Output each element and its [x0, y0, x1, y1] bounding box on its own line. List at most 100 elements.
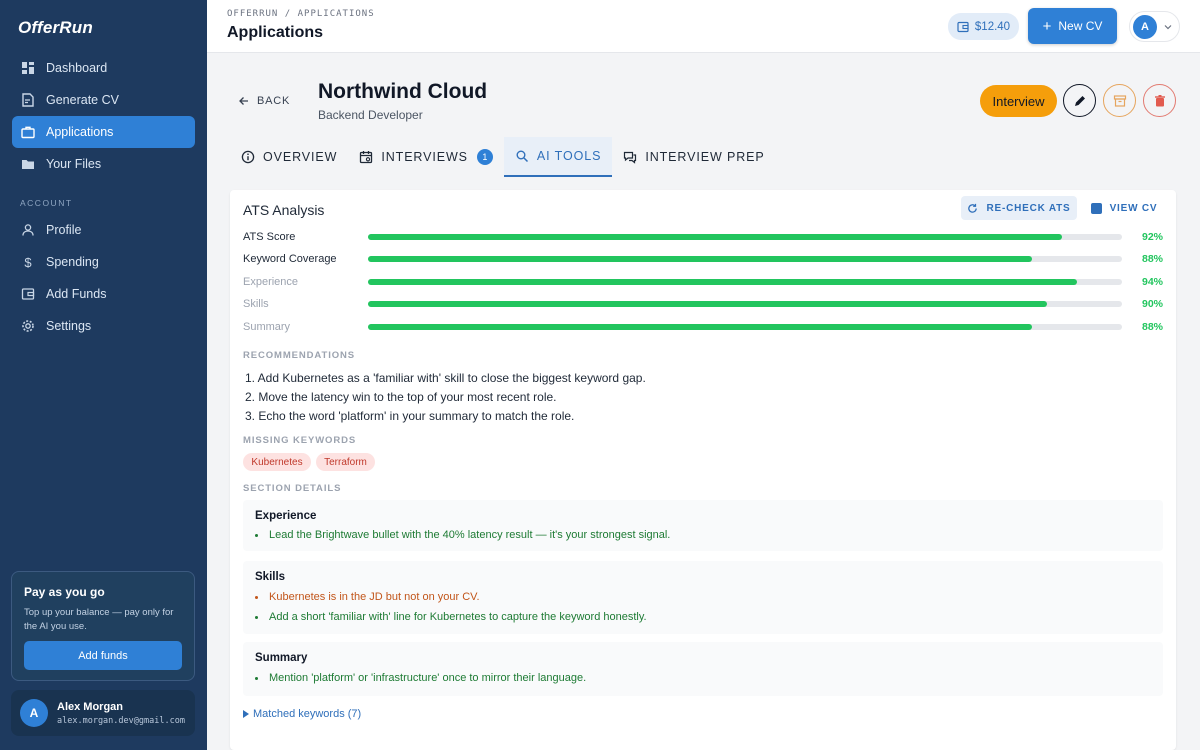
sidebar-item-profile[interactable]: Profile — [12, 214, 195, 246]
briefcase-icon — [21, 125, 35, 139]
recommendations-heading: RECOMMENDATIONS — [243, 350, 356, 361]
new-cv-button[interactable]: + New CV — [1028, 8, 1117, 44]
user-name: Alex Morgan — [57, 700, 124, 713]
metric-bar-track — [368, 301, 1122, 307]
folder-icon — [21, 157, 35, 171]
delete-button[interactable] — [1143, 84, 1176, 117]
sidebar-item-spending[interactable]: $ Spending — [12, 246, 195, 278]
recheck-ats-button[interactable]: RE-CHECK ATS — [961, 196, 1077, 220]
metric-bar-fill — [368, 279, 1077, 285]
section-detail-experience: Experience Lead the Brightwave bullet wi… — [243, 500, 1163, 551]
section-detail-title: Skills — [255, 571, 286, 583]
tab-overview[interactable]: OVERVIEW — [230, 137, 348, 177]
metric-value: 94% — [1141, 276, 1163, 288]
edit-button[interactable] — [1063, 84, 1096, 117]
profile-menu-button[interactable]: A — [1129, 11, 1180, 42]
metric-row: Skills 90% — [243, 296, 1163, 312]
payg-text: Top up your balance — pay only for the A… — [24, 607, 174, 632]
wallet-icon — [957, 21, 969, 32]
status-badge[interactable]: Interview — [980, 85, 1057, 117]
back-button[interactable]: BACK — [238, 95, 290, 107]
breadcrumb: OFFERRUN / APPLICATIONS — [227, 9, 375, 19]
metric-bar-fill — [368, 256, 1032, 262]
interviews-count-badge: 1 — [476, 149, 493, 165]
user-email: alex.morgan.dev@gmail.com — [57, 715, 185, 726]
metric-bar-track — [368, 279, 1122, 285]
sidebar-item-applications[interactable]: Applications — [12, 116, 195, 148]
sidebar-item-label: Your Files — [46, 157, 102, 171]
sidebar-item-add-funds[interactable]: Add Funds — [12, 278, 195, 310]
sidebar: OfferRun Dashboard Generate CV Applicati… — [0, 0, 207, 750]
sidebar-item-label: Spending — [46, 255, 99, 269]
sidebar-item-dashboard[interactable]: Dashboard — [12, 52, 195, 84]
dashboard-icon — [21, 61, 35, 75]
ats-analysis-card: ATS Analysis RE-CHECK ATS VIEW CV ATS Sc… — [230, 190, 1176, 750]
section-detail-bullet: Kubernetes is in the JD but not on your … — [255, 591, 480, 603]
sidebar-nav: Dashboard Generate CV Applications Your … — [12, 52, 195, 342]
card-title: ATS Analysis — [243, 202, 325, 218]
sidebar-item-label: Add Funds — [46, 287, 107, 301]
section-detail-summary: Summary Mention 'platform' or 'infrastru… — [243, 642, 1163, 696]
sidebar-item-label: Dashboard — [46, 61, 108, 75]
sidebar-item-label: Applications — [46, 125, 114, 139]
section-detail-bullet: Mention 'platform' or 'infrastructure' o… — [255, 672, 586, 684]
balance-badge[interactable]: $12.40 — [948, 13, 1019, 40]
metric-label: ATS Score — [243, 231, 296, 243]
metric-label: Summary — [243, 321, 291, 333]
pay-as-you-go-card: Pay as you go Top up your balance — pay … — [11, 571, 195, 681]
dollar-icon: $ — [24, 254, 32, 270]
refresh-icon — [968, 203, 978, 213]
matched-keywords-toggle[interactable]: Matched keywords (7) — [243, 708, 361, 720]
back-label: BACK — [257, 95, 291, 107]
caret-right-icon — [243, 710, 249, 718]
tab-label: AI TOOLS — [536, 149, 602, 163]
tab-label: INTERVIEWS — [381, 150, 468, 164]
tab-interview-prep[interactable]: INTERVIEW PREP — [612, 137, 775, 177]
metric-value: 88% — [1141, 253, 1163, 265]
page-title: Applications — [227, 24, 324, 41]
metric-label: Experience — [243, 276, 299, 288]
missing-keyword-chip: Terraform — [316, 453, 375, 471]
sidebar-section-account: ACCOUNT — [20, 198, 73, 208]
add-funds-button[interactable]: Add funds — [24, 641, 182, 670]
view-cv-button[interactable]: VIEW CV — [1086, 196, 1162, 220]
metric-row: Experience 94% — [243, 274, 1163, 290]
user-card[interactable]: A Alex Morgan alex.morgan.dev@gmail.com — [11, 690, 195, 736]
company-name: Northwind Cloud — [318, 80, 488, 103]
section-details-heading: SECTION DETAILS — [243, 483, 342, 494]
metric-bar-track — [368, 234, 1122, 240]
app-logo[interactable]: OfferRun — [18, 18, 93, 38]
list-item: 1. Add Kubernetes as a 'familiar with' s… — [245, 371, 646, 385]
chat-icon — [624, 151, 637, 164]
user-icon — [21, 223, 35, 237]
metric-row: Keyword Coverage 88% — [243, 251, 1163, 267]
metric-value: 88% — [1141, 321, 1163, 333]
section-detail-bullet: Add a short 'familiar with' line for Kub… — [255, 611, 647, 623]
plus-icon: + — [1042, 17, 1052, 35]
tab-bar: OVERVIEW INTERVIEWS 1 AI TOOLS INTERVIEW… — [230, 137, 776, 177]
job-role: Backend Developer — [318, 108, 423, 122]
list-item: 3. Echo the word 'platform' in your summ… — [245, 409, 575, 423]
sidebar-item-your-files[interactable]: Your Files — [12, 148, 195, 180]
tab-interviews[interactable]: INTERVIEWS 1 — [348, 137, 504, 177]
archive-icon — [1113, 94, 1126, 107]
trash-icon — [1154, 94, 1165, 106]
sidebar-item-settings[interactable]: Settings — [12, 310, 195, 342]
metric-bar-track — [368, 324, 1122, 330]
document-edit-icon — [21, 93, 35, 107]
section-detail-title: Experience — [255, 510, 317, 522]
section-detail-bullet: Lead the Brightwave bullet with the 40% … — [255, 529, 670, 541]
metric-label: Skills — [243, 298, 269, 310]
metric-bar-fill — [368, 324, 1032, 330]
metric-value: 92% — [1141, 231, 1163, 243]
calendar-icon — [360, 151, 373, 164]
tab-label: INTERVIEW PREP — [645, 150, 765, 164]
sidebar-item-label: Generate CV — [46, 93, 119, 107]
sidebar-item-generate-cv[interactable]: Generate CV — [12, 84, 195, 116]
recommendations-list: 1. Add Kubernetes as a 'familiar with' s… — [245, 369, 646, 426]
matched-keywords-label: Matched keywords (7) — [253, 708, 362, 720]
archive-button[interactable] — [1103, 84, 1136, 117]
tab-ai-tools[interactable]: AI TOOLS — [503, 137, 613, 177]
arrow-left-icon — [239, 97, 248, 105]
gear-icon — [21, 319, 35, 333]
